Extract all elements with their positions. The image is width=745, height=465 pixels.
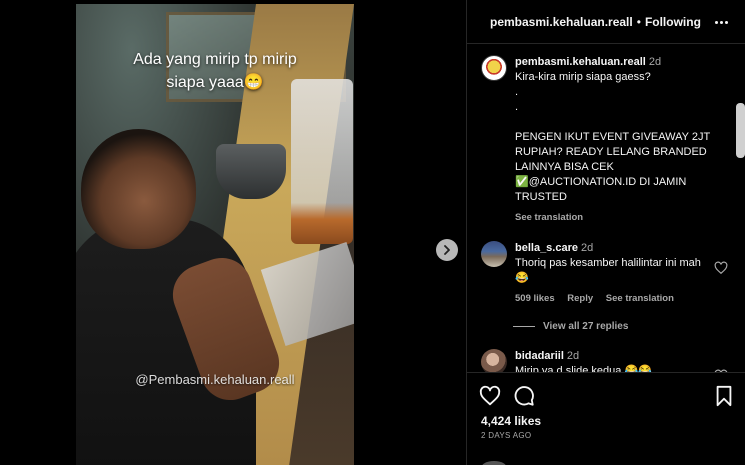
- video-watermark: @Pembasmi.kehaluan.reall: [135, 372, 295, 387]
- avatar[interactable]: [481, 55, 507, 81]
- comment-item: bella_s.care 2d Thoriq pas kesamber halil…: [481, 241, 728, 306]
- replies-divider-line: [513, 326, 535, 327]
- avatar[interactable]: [481, 241, 507, 267]
- comment-text: Thoriq pas kesamber halilintar ini mah 😂: [515, 257, 701, 284]
- likes-count[interactable]: 4,424 likes: [481, 414, 541, 428]
- like-button[interactable]: [479, 385, 501, 407]
- view-replies-button[interactable]: View all 27 replies: [513, 321, 628, 332]
- post-side-panel: pembasmi.kehaluan.reall • Following pemb…: [466, 0, 745, 465]
- scrollbar[interactable]: [736, 103, 745, 158]
- caption-meta: See translation: [515, 210, 726, 225]
- comment-time: 2d: [566, 350, 580, 362]
- video-scene-jug: [291, 79, 353, 244]
- comment-username[interactable]: bella_s.care: [515, 242, 578, 254]
- caption-text: Kira-kira mirip siapa gaess? . . PENGEN …: [515, 71, 710, 203]
- post-header: pembasmi.kehaluan.reall • Following: [467, 0, 745, 44]
- avatar[interactable]: [481, 349, 507, 372]
- overlay-line-2: siapa yaaa😁: [166, 74, 264, 91]
- comment-likes[interactable]: 509 likes: [515, 293, 555, 304]
- next-slide-button[interactable]: [436, 239, 458, 261]
- comment-username[interactable]: bidadariil: [515, 350, 564, 362]
- following-button[interactable]: Following: [645, 15, 701, 29]
- comment-bubble-icon: [514, 386, 534, 406]
- caption-time: 2d: [648, 56, 662, 68]
- video-scene-person-head: [81, 129, 196, 249]
- post-date: 2 DAYS AGO: [481, 431, 532, 440]
- avatar: [481, 461, 507, 465]
- comment-button[interactable]: [513, 385, 535, 407]
- video-overlay-text: Ada yang mirip tp mirip siapa yaaa😁: [76, 48, 354, 94]
- see-translation-link[interactable]: See translation: [515, 212, 583, 223]
- caption-username[interactable]: pembasmi.kehaluan.reall: [515, 56, 646, 68]
- comment-time: 2d: [581, 242, 594, 254]
- post-actions: 4,424 likes 2 DAYS AGO: [467, 372, 745, 465]
- comment-text: Mirip ya d slide kedua 😂😂: [515, 365, 652, 372]
- comment-meta: 509 likes Reply See translation: [515, 291, 705, 306]
- caption: pembasmi.kehaluan.reall 2d Kira-kira miri…: [481, 55, 726, 225]
- chevron-right-icon: [444, 245, 450, 255]
- bookmark-icon: [716, 385, 732, 407]
- overlay-line-1: Ada yang mirip tp mirip: [133, 51, 297, 68]
- see-translation-link[interactable]: See translation: [606, 293, 674, 304]
- heart-icon: [479, 385, 501, 406]
- view-replies-label: View all 27 replies: [543, 321, 629, 332]
- comments-list[interactable]: pembasmi.kehaluan.reall 2d Kira-kira miri…: [467, 45, 745, 372]
- more-options-icon[interactable]: [715, 15, 731, 29]
- reply-button[interactable]: Reply: [567, 293, 593, 304]
- media-pane: Ada yang mirip tp mirip siapa yaaa😁 @Pem…: [0, 0, 466, 465]
- comment-item: bidadariil 2d Mirip ya d slide kedua 😂😂: [481, 349, 728, 372]
- header-separator: •: [636, 14, 641, 29]
- video-scene-pot: [216, 144, 286, 199]
- post-video[interactable]: Ada yang mirip tp mirip siapa yaaa😁 @Pem…: [76, 4, 354, 465]
- header-username[interactable]: pembasmi.kehaluan.reall: [490, 15, 633, 29]
- save-button[interactable]: [713, 385, 735, 407]
- like-comment-heart-icon[interactable]: [714, 261, 728, 275]
